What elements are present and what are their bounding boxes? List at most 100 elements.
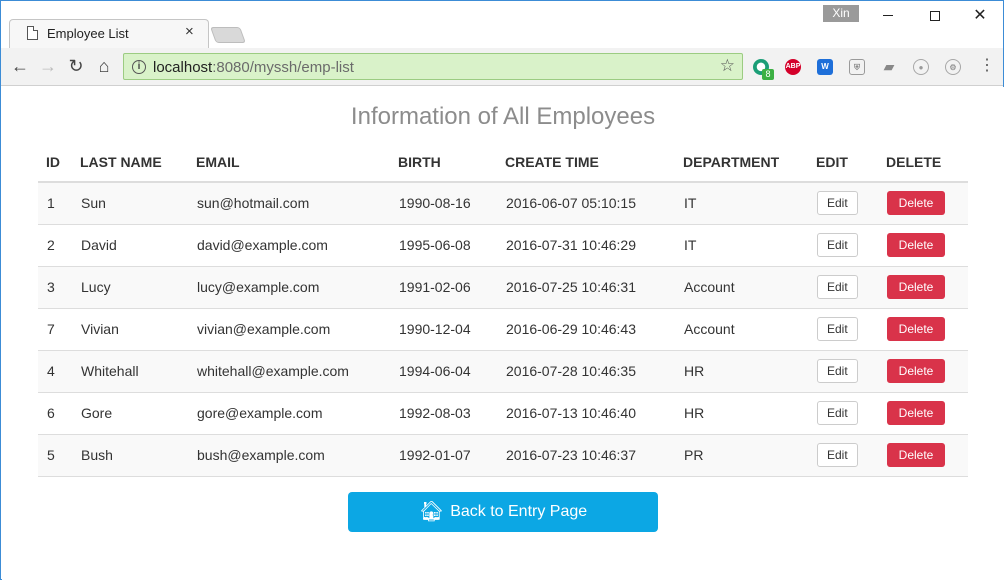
cell-delete: Delete [878, 307, 968, 350]
cell-edit: Edit [808, 181, 878, 224]
tab-close-icon[interactable]: × [185, 23, 194, 41]
cell-email: sun@hotmail.com [188, 181, 390, 224]
cell-last-name: Whitehall [72, 349, 188, 392]
home-nav-icon[interactable]: ⌂ [94, 57, 114, 75]
w-extension-icon[interactable]: W [817, 59, 833, 75]
cell-edit: Edit [808, 307, 878, 350]
cell-birth: 1992-08-03 [390, 391, 497, 434]
edit-button[interactable]: Edit [817, 359, 858, 383]
table-row: 5 Bush bush@example.com 1992-01-07 2016-07-2… [38, 433, 968, 477]
header-birth: BIRTH [390, 142, 497, 183]
browser-toolbar: ← → ↻ ⌂ i localhost:8080/myssh/emp-list … [1, 48, 1003, 86]
edit-button[interactable]: Edit [817, 191, 858, 216]
cell-last-name: Bush [72, 433, 188, 477]
cell-create-time: 2016-07-31 10:46:29 [497, 223, 675, 266]
cell-last-name: David [72, 223, 188, 266]
cell-id: 3 [38, 265, 72, 308]
cell-create-time: 2016-07-13 10:46:40 [497, 391, 675, 434]
profile-badge[interactable]: Xin [823, 5, 859, 22]
cell-birth: 1995-06-08 [390, 223, 497, 266]
cell-id: 4 [38, 349, 72, 392]
cell-email: david@example.com [188, 223, 390, 266]
delete-button[interactable]: Delete [887, 443, 945, 467]
table-row: 4 Whitehall whitehall@example.com 1994-06-0… [38, 349, 968, 392]
cell-email: gore@example.com [188, 391, 390, 434]
header-email: EMAIL [188, 142, 390, 183]
delete-button[interactable]: Delete [887, 275, 945, 299]
maximize-button[interactable] [912, 3, 958, 29]
tab-title[interactable]: Employee List [47, 26, 129, 41]
cell-department: Account [675, 265, 808, 308]
back-button-label: Back to Entry Page [450, 503, 588, 520]
cell-email: vivian@example.com [188, 307, 390, 350]
cell-department: Account [675, 307, 808, 350]
info-icon[interactable]: i [132, 60, 146, 74]
minimize-button[interactable] [865, 3, 911, 29]
close-window-button[interactable]: ✕ [957, 3, 1003, 29]
cell-delete: Delete [878, 349, 968, 392]
cell-delete: Delete [878, 181, 968, 224]
url-host: localhost [153, 59, 213, 76]
cell-department: PR [675, 433, 808, 477]
back-to-entry-button[interactable]: 🏠︎ Back to Entry Page [348, 492, 658, 532]
page-title: Information of All Employees [350, 103, 656, 130]
table-row: 3 Lucy lucy@example.com 1991-02-06 2016-07-2… [38, 265, 968, 308]
page-content: Information of All Employees ID LAST NAM… [2, 87, 1004, 580]
cell-id: 1 [38, 181, 72, 224]
back-icon[interactable]: ← [10, 57, 30, 75]
maximize-icon [930, 10, 940, 21]
cell-email: lucy@example.com [188, 265, 390, 308]
cell-id: 2 [38, 223, 72, 266]
menu-dots-icon[interactable]: ⋮ [979, 57, 995, 75]
table-row: 1 Sun sun@hotmail.com 1990-08-16 2016-06-07 … [38, 181, 968, 224]
forward-icon[interactable]: → [38, 57, 58, 75]
edit-button[interactable]: Edit [817, 317, 858, 341]
url-text[interactable]: localhost:8080/myssh/emp-list [153, 59, 354, 76]
cell-last-name: Sun [72, 181, 188, 224]
minimize-icon [883, 15, 893, 17]
table-row: 2 David david@example.com 1995-06-08 2016-07… [38, 223, 968, 266]
edit-button[interactable]: Edit [817, 401, 858, 425]
cell-edit: Edit [808, 349, 878, 392]
cell-delete: Delete [878, 391, 968, 434]
shield-extension-icon[interactable]: ⛨ [849, 59, 865, 75]
header-last-name: LAST NAME [72, 142, 188, 183]
cell-last-name: Gore [72, 391, 188, 434]
table-header-row: ID LAST NAME EMAIL BIRTH CREATE TIME DEP… [38, 142, 968, 183]
header-delete: DELETE [878, 142, 968, 183]
circle-extension-icon[interactable]: ● [913, 59, 929, 75]
cell-create-time: 2016-06-07 05:10:15 [497, 181, 675, 224]
delete-button[interactable]: Delete [887, 233, 945, 257]
cell-birth: 1992-01-07 [390, 433, 497, 477]
header-id: ID [38, 142, 72, 183]
home-icon: 🏠︎ [418, 501, 445, 523]
bookmark-star-icon[interactable]: ☆ [720, 56, 735, 76]
edit-button[interactable]: Edit [817, 233, 858, 257]
header-create-time: CREATE TIME [497, 142, 675, 183]
cell-edit: Edit [808, 433, 878, 477]
delete-button[interactable]: Delete [887, 401, 945, 425]
cell-birth: 1994-06-04 [390, 349, 497, 392]
delete-button[interactable]: Delete [887, 317, 945, 341]
edit-button[interactable]: Edit [817, 443, 858, 467]
cell-delete: Delete [878, 223, 968, 266]
cell-create-time: 2016-07-25 10:46:31 [497, 265, 675, 308]
book-extension-icon[interactable]: ▰ [881, 59, 897, 75]
cell-department: IT [675, 223, 808, 266]
address-bar[interactable]: i localhost:8080/myssh/emp-list ☆ [123, 53, 743, 80]
gear-extension-icon[interactable]: ⚙ [945, 59, 961, 75]
cell-birth: 1991-02-06 [390, 265, 497, 308]
table-row: 7 Vivian vivian@example.com 1990-12-04 2016-… [38, 307, 968, 350]
delete-button[interactable]: Delete [887, 191, 945, 216]
cell-id: 5 [38, 433, 72, 477]
title-bar: Employee List × Xin ✕ [1, 1, 1003, 49]
new-tab-button[interactable] [210, 27, 246, 43]
adblock-icon[interactable]: ABP [785, 59, 801, 75]
cell-create-time: 2016-06-29 10:46:43 [497, 307, 675, 350]
cell-birth: 1990-08-16 [390, 181, 497, 224]
delete-button[interactable]: Delete [887, 359, 945, 383]
cell-last-name: Lucy [72, 265, 188, 308]
edit-button[interactable]: Edit [817, 275, 858, 299]
reload-icon[interactable]: ↻ [66, 57, 86, 75]
document-icon [27, 26, 38, 40]
